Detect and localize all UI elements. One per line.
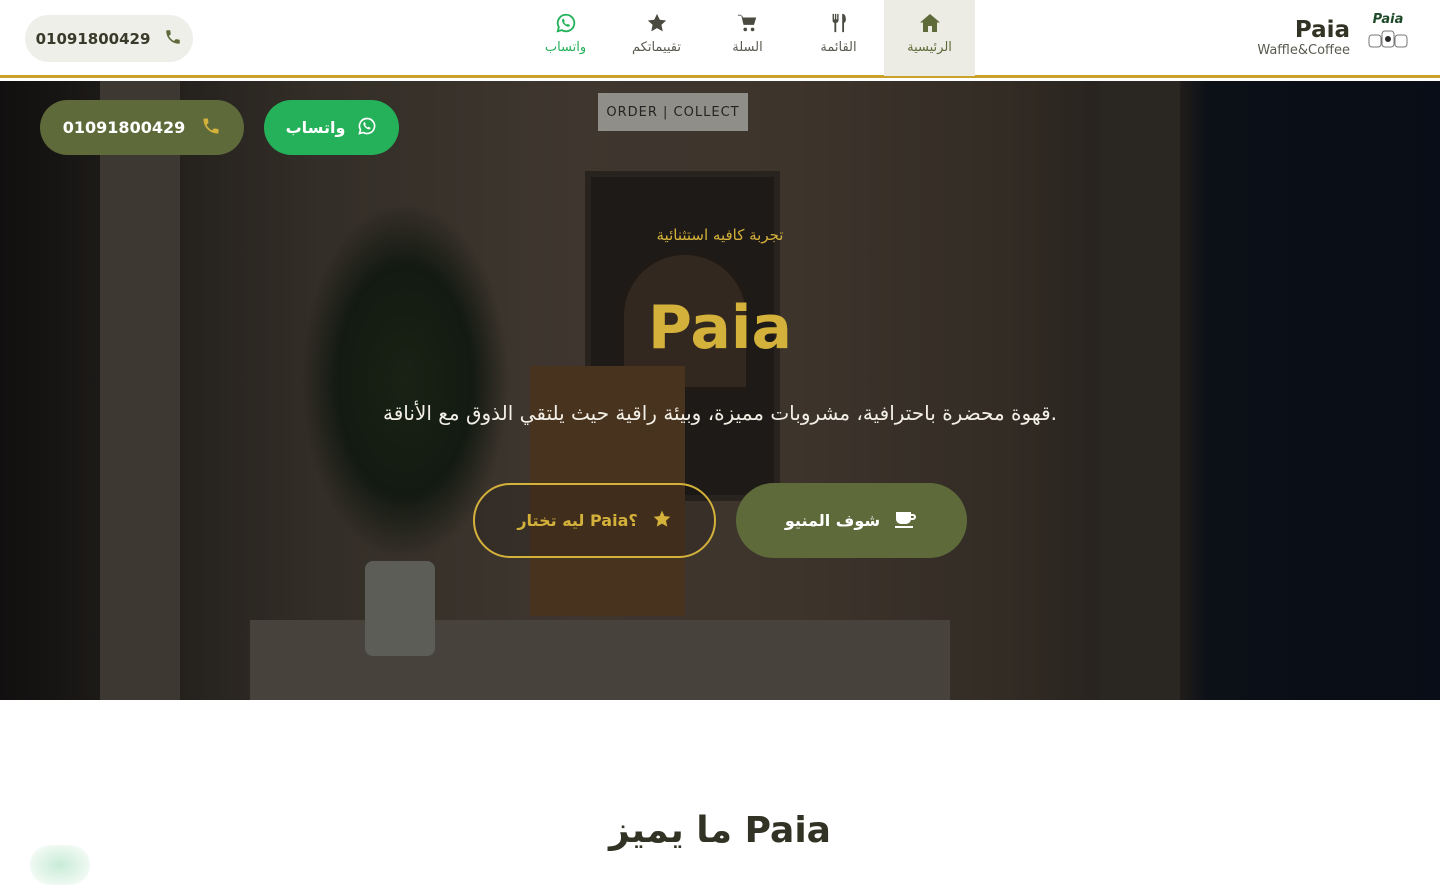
phone-icon [164,28,182,50]
nav-reviews[interactable]: تقييماتكم [611,0,702,76]
logo: Paia [1362,12,1414,64]
nav-whatsapp[interactable]: واتساب [520,0,611,76]
nav-cart-label: السلة [732,40,763,55]
utensils-icon [828,10,850,36]
brand[interactable]: Paia Waffle&Coffee Paia [1257,12,1414,64]
hero-section: ORDER | COLLECT 01091800429 واتساب تجربة… [0,81,1440,700]
hero-phone-button[interactable]: 01091800429 [40,100,244,155]
nav-home-label: الرئيسية [907,40,952,55]
hero-cta-row: ليه تختار Paia؟ شوف المنيو [473,483,967,558]
hero-contact-buttons: 01091800429 واتساب [40,100,399,155]
brand-tagline: Waffle&Coffee [1257,43,1350,59]
hero-phone-label: 01091800429 [62,118,186,137]
whatsapp-icon [555,10,577,36]
view-menu-label: شوف المنيو [784,511,881,530]
features-title: ما يميز Paia [609,810,831,851]
nav-cart[interactable]: السلة [702,0,793,76]
phone-icon [201,116,221,140]
home-icon [917,10,943,36]
floating-whatsapp-glow [30,845,90,885]
nav-home[interactable]: الرئيسية [884,0,975,76]
hero-whatsapp-label: واتساب [285,118,346,137]
nav-menu-label: القائمة [820,40,857,55]
hero-kicker: تجربة كافيه استثنائية [656,226,784,244]
star-icon [652,509,672,533]
main-nav: واتساب تقييماتكم السلة القائمة الرئيسية [520,0,975,76]
logo-text: Paia [1372,12,1404,27]
hero-description: قهوة محضرة باحترافية، مشروبات مميزة، وبي… [383,401,1057,425]
header-phone-button[interactable]: 01091800429 [25,15,193,62]
coffee-cup-icon [894,509,918,533]
phone-number: 01091800429 [35,29,151,48]
brand-name: Paia [1294,16,1350,43]
view-menu-button[interactable]: شوف المنيو [736,483,967,558]
site-header: 01091800429 واتساب تقييماتكم السلة القائ… [0,0,1440,78]
hero-whatsapp-button[interactable]: واتساب [264,100,399,155]
hero-title: Paia [648,293,792,363]
nav-menu[interactable]: القائمة [793,0,884,76]
brand-text: Paia Waffle&Coffee [1257,16,1350,59]
cart-icon [736,10,760,36]
why-paia-button[interactable]: ليه تختار Paia؟ [473,483,716,558]
logo-cups-icon [1368,30,1408,48]
whatsapp-icon [357,116,377,140]
hero-overlay [0,81,1440,700]
nav-whatsapp-label: واتساب [544,40,587,55]
star-icon [646,10,668,36]
nav-reviews-label: تقييماتكم [632,40,681,55]
why-paia-label: ليه تختار Paia؟ [517,511,638,530]
